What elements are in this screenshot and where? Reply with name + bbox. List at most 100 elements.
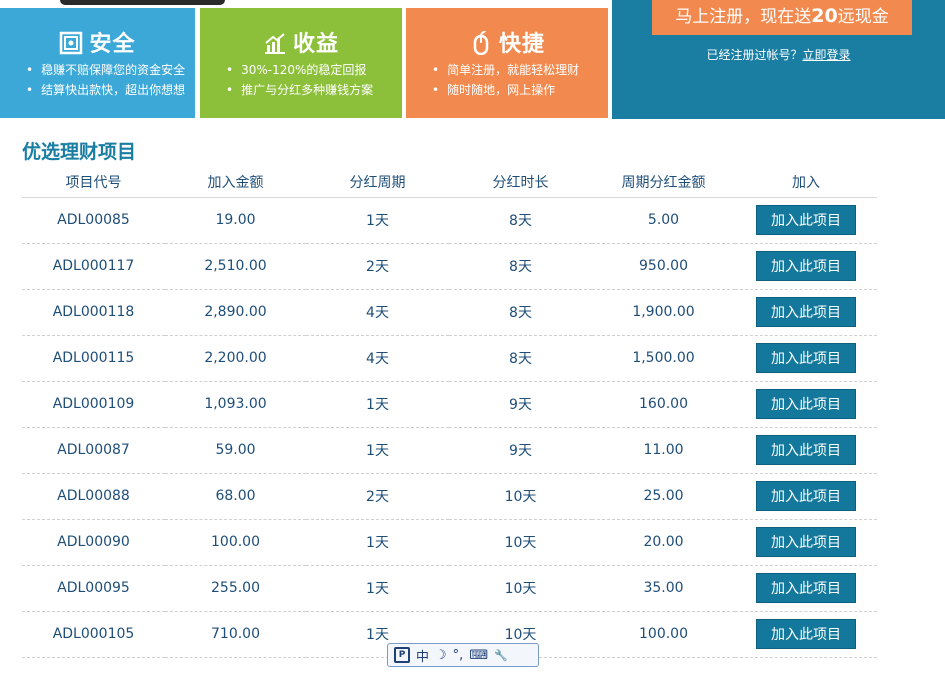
register-button-amount: 20 [811,5,838,27]
dividend-duration-cell: 8天 [449,243,592,290]
dividend-cycle-cell: 4天 [306,289,449,336]
join-project-button[interactable]: 加入此项目 [756,297,856,327]
feature-item: 稳赚不赔保障您的资金安全 [26,60,185,80]
dividend-duration-cell: 9天 [449,381,592,428]
join-cell: 加入此项目 [735,473,877,520]
table-row: ADL000118 2,890.00 4天 8天 1,900.00 加入此项目 [22,289,877,336]
project-code-cell: ADL000115 [22,335,165,382]
chart-icon [264,33,285,54]
dividend-duration-cell: 10天 [449,565,592,612]
feature-card-title-text: 收益 [292,32,339,57]
join-cell: 加入此项目 [735,519,877,566]
join-project-button[interactable]: 加入此项目 [756,205,856,235]
feature-card-title-text: 安全 [89,32,136,57]
ime-mode[interactable]: 中 [416,646,429,665]
join-project-button[interactable]: 加入此项目 [756,619,856,649]
join-amount-cell: 2,200.00 [165,335,306,382]
feature-list: 简单注册，就能轻松理财 随时随地，网上操作 [432,60,579,100]
ime-toolbar[interactable]: P 中 ☽ °, ⌨ 🔧 [387,643,539,667]
dividend-duration-cell: 10天 [449,519,592,566]
join-amount-cell: 1,093.00 [165,381,306,428]
column-header: 加入 [735,168,877,198]
column-header: 项目代号 [22,168,165,198]
join-amount-cell: 19.00 [165,197,306,244]
cycle-dividend-amount-cell: 25.00 [592,473,735,520]
keyboard-icon[interactable]: ⌨ [469,648,488,663]
dividend-cycle-cell: 1天 [306,565,449,612]
dividend-cycle-cell: 4天 [306,335,449,382]
register-button[interactable]: 马上注册，现在送20远现金 [652,0,912,35]
top-strip [0,0,610,8]
project-code-cell: ADL00088 [22,473,165,520]
cycle-dividend-amount-cell: 5.00 [592,197,735,244]
feature-item: 30%-120%的稳定回报 [226,60,373,80]
join-project-button[interactable]: 加入此项目 [756,389,856,419]
join-cell: 加入此项目 [735,335,877,382]
project-code-cell: ADL00087 [22,427,165,474]
punctuation-icon[interactable]: °, [453,648,464,663]
ime-logo-icon[interactable]: P [394,647,410,663]
cycle-dividend-amount-cell: 20.00 [592,519,735,566]
column-header: 分红时长 [449,168,592,198]
login-link[interactable]: 立即登录 [803,48,851,62]
dividend-cycle-cell: 2天 [306,243,449,290]
cycle-dividend-amount-cell: 100.00 [592,611,735,658]
project-code-cell: ADL000105 [22,611,165,658]
dividend-cycle-cell: 1天 [306,197,449,244]
safe-icon [60,31,83,55]
project-code-cell: ADL000117 [22,243,165,290]
section-title: 优选理财项目 [22,141,137,163]
dividend-cycle-cell: 1天 [306,427,449,474]
table-row: ADL000117 2,510.00 2天 8天 950.00 加入此项目 [22,243,877,290]
column-header: 分红周期 [306,168,449,198]
join-amount-cell: 2,510.00 [165,243,306,290]
cycle-dividend-amount-cell: 11.00 [592,427,735,474]
join-amount-cell: 100.00 [165,519,306,566]
register-button-prefix: 马上注册，现在送 [675,7,812,27]
join-amount-cell: 710.00 [165,611,306,658]
table-header-row: 项目代号 加入金额 分红周期 分红时长 周期分红金额 加入 [22,168,877,198]
join-cell: 加入此项目 [735,381,877,428]
table-row: ADL00095 255.00 1天 10天 35.00 加入此项目 [22,565,877,612]
top-tab-shadow [60,0,225,5]
join-cell: 加入此项目 [735,243,877,290]
table-row: ADL00087 59.00 1天 9天 11.00 加入此项目 [22,427,877,474]
join-project-button[interactable]: 加入此项目 [756,251,856,281]
dividend-cycle-cell: 2天 [306,473,449,520]
table-row: ADL000109 1,093.00 1天 9天 160.00 加入此项目 [22,381,877,428]
join-cell: 加入此项目 [735,611,877,658]
dividend-duration-cell: 8天 [449,335,592,382]
cycle-dividend-amount-cell: 1,900.00 [592,289,735,336]
join-project-button[interactable]: 加入此项目 [756,573,856,603]
feature-item: 简单注册，就能轻松理财 [432,60,579,80]
dividend-duration-cell: 8天 [449,197,592,244]
cycle-dividend-amount-cell: 1,500.00 [592,335,735,382]
join-project-button[interactable]: 加入此项目 [756,435,856,465]
moon-icon[interactable]: ☽ [435,648,447,663]
dividend-duration-cell: 8天 [449,289,592,336]
join-cell: 加入此项目 [735,289,877,336]
cycle-dividend-amount-cell: 35.00 [592,565,735,612]
project-code-cell: ADL00095 [22,565,165,612]
login-prompt-text: 已经注册过帐号？ [706,48,803,62]
register-panel: 马上注册，现在送20远现金 已经注册过帐号？立即登录 [612,0,945,119]
table-row: ADL000115 2,200.00 4天 8天 1,500.00 加入此项目 [22,335,877,382]
dividend-duration-cell: 9天 [449,427,592,474]
table-row: ADL00085 19.00 1天 8天 5.00 加入此项目 [22,197,877,244]
feature-card-title-text: 快捷 [498,32,545,57]
project-code-cell: ADL00090 [22,519,165,566]
table-body: ADL00085 19.00 1天 8天 5.00 加入此项目 ADL000117 2,510… [22,197,877,658]
feature-card-income: 收益 30%-120%的稳定回报 推广与分红多种赚钱方案 [200,8,402,118]
column-header: 加入金额 [165,168,306,198]
feature-card-title: 快捷 [406,26,608,58]
login-prompt: 已经注册过帐号？立即登录 [612,46,945,63]
dividend-duration-cell: 10天 [449,473,592,520]
wrench-icon[interactable]: 🔧 [494,649,508,662]
join-project-button[interactable]: 加入此项目 [756,527,856,557]
feature-item: 推广与分红多种赚钱方案 [226,80,373,100]
join-amount-cell: 255.00 [165,565,306,612]
join-project-button[interactable]: 加入此项目 [756,481,856,511]
feature-item: 结算快出款快，超出你想想 [26,80,185,100]
feature-card-security: 安全 稳赚不赔保障您的资金安全 结算快出款快，超出你想想 [0,8,195,118]
join-project-button[interactable]: 加入此项目 [756,343,856,373]
